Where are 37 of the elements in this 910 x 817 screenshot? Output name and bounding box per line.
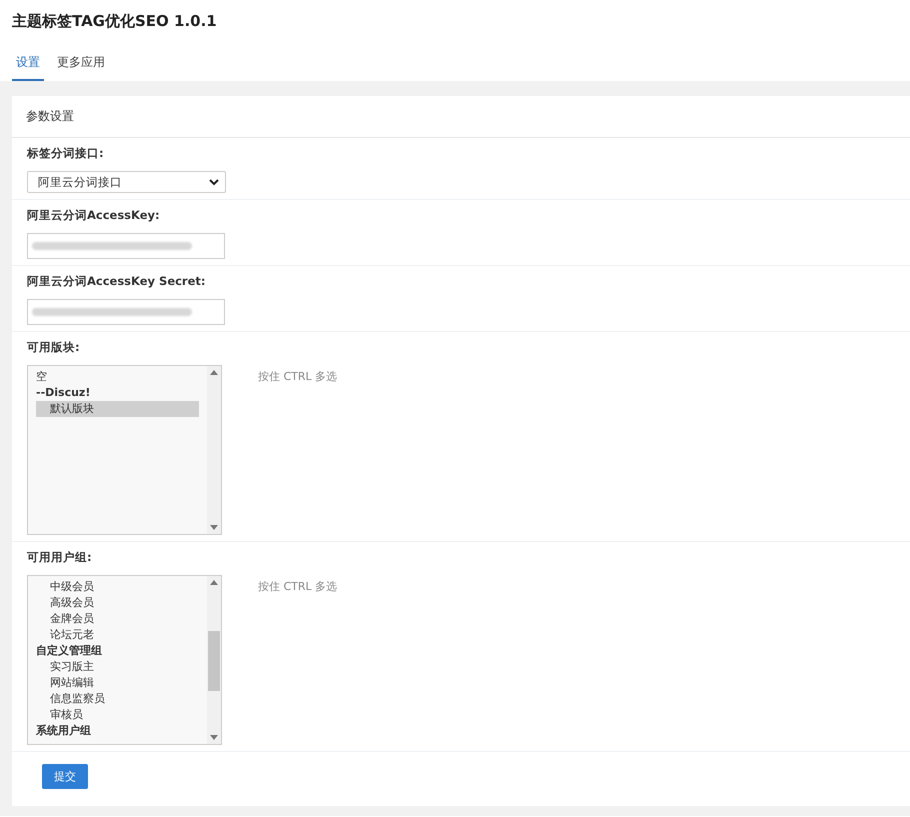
scroll-thumb[interactable] — [208, 631, 220, 691]
tab[interactable]: 更多应用 — [53, 50, 109, 81]
scroll-down-icon[interactable] — [210, 735, 218, 740]
field-label: 可用版块: — [27, 340, 81, 355]
list-option[interactable]: 信息监察员 — [36, 691, 199, 707]
list-option[interactable]: 网站编辑 — [36, 675, 199, 691]
field-label: 阿里云分词AccessKey Secret: — [27, 274, 206, 289]
field-label: 可用用户组: — [27, 550, 93, 565]
chevron-down-icon — [209, 178, 219, 186]
field-label: 阿里云分词AccessKey: — [27, 208, 161, 223]
scrollbar[interactable] — [207, 366, 221, 534]
list-option[interactable]: 金牌会员 — [36, 611, 199, 627]
hint-text: 按住 CTRL 多选 — [258, 369, 338, 384]
card-title: 参数设置 — [12, 96, 910, 138]
list-box[interactable]: 中级会员 高级会员 金牌会员 论坛元老 自定义管理组 实习版主 网站编辑 信息监察员 审核员 系统用户组 — [27, 575, 222, 745]
list-option[interactable]: 空 — [36, 369, 199, 385]
list-option[interactable]: 实习版主 — [36, 659, 199, 675]
scroll-up-icon[interactable] — [210, 370, 218, 375]
list-box[interactable]: 空 --Discuz! 默认版块 — [27, 365, 222, 535]
scrollbar[interactable] — [207, 576, 221, 744]
list-option[interactable]: 中级会员 — [36, 579, 199, 595]
dropdown[interactable]: 阿里云分词接口 — [27, 171, 226, 193]
list-option[interactable]: 论坛元老 — [36, 627, 199, 643]
hint-text: 按住 CTRL 多选 — [258, 579, 338, 594]
page-title: 主题标签TAG优化SEO 1.0.1 — [12, 11, 218, 32]
scroll-up-icon[interactable] — [210, 580, 218, 585]
list-option[interactable]: 系统用户组 — [36, 723, 199, 739]
input-field[interactable] — [27, 299, 225, 325]
list-option[interactable]: 高级会员 — [36, 595, 199, 611]
list-option[interactable]: 自定义管理组 — [36, 643, 199, 659]
submit-button[interactable]: 提交 — [42, 764, 88, 789]
list-option[interactable]: 审核员 — [36, 707, 199, 723]
input-field[interactable] — [27, 233, 225, 259]
field-label: 标签分词接口: — [27, 146, 105, 161]
list-option[interactable]: --Discuz! — [36, 385, 199, 401]
scroll-down-icon[interactable] — [210, 525, 218, 530]
list-option[interactable]: 默认版块 — [36, 401, 199, 417]
